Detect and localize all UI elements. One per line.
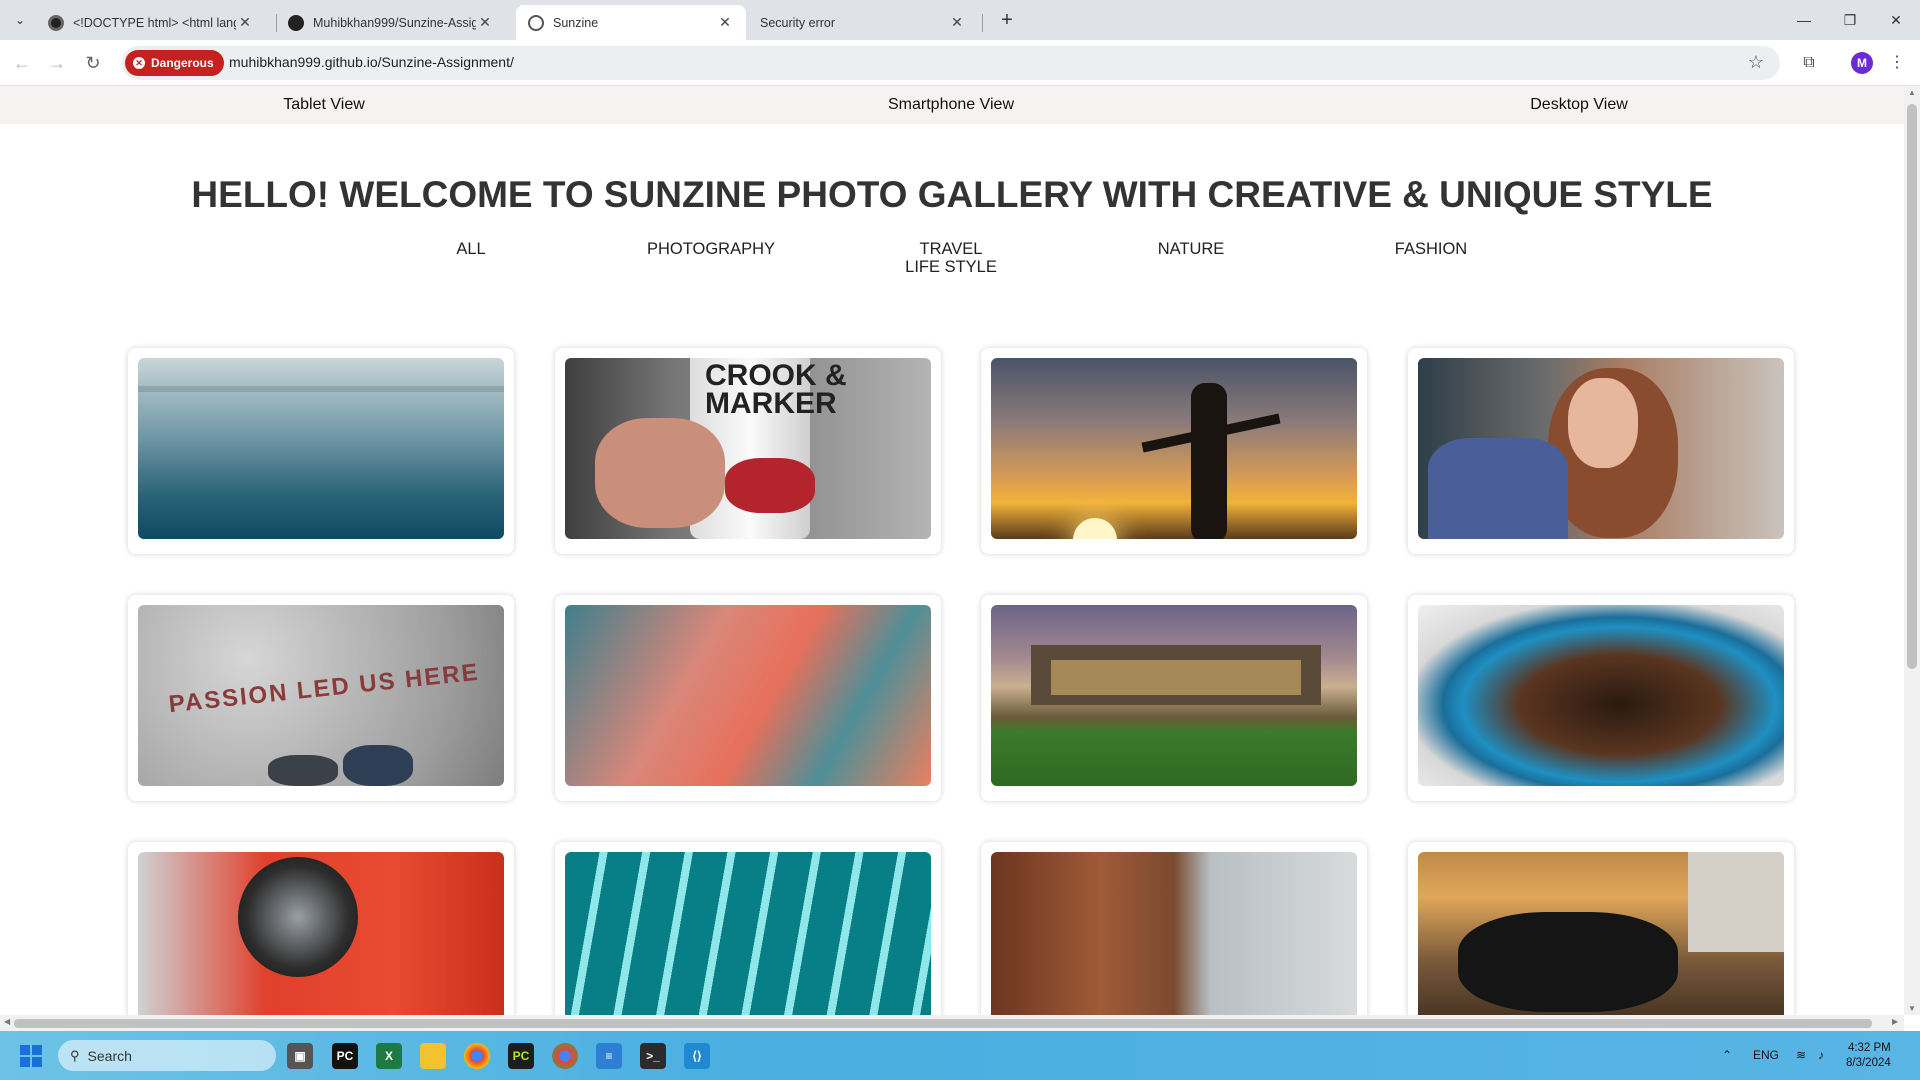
search-icon: ⚲ [70, 1047, 80, 1063]
gallery-card[interactable] [981, 595, 1367, 801]
browser-toolbar: ← → ↻ ✕ Dangerous muhibkhan999.github.io… [0, 40, 1920, 86]
globe-icon [528, 14, 544, 31]
photo-man-sunset[interactable] [991, 358, 1357, 539]
chrome-icon[interactable] [464, 1043, 490, 1069]
minimize-icon[interactable]: — [1781, 8, 1827, 32]
tab-security-error[interactable]: Security error ✕ [748, 5, 978, 40]
photo-mansion[interactable] [991, 605, 1357, 786]
notepad-icon[interactable]: ≡ [596, 1043, 622, 1069]
photo-teal-stripes[interactable] [565, 852, 931, 1015]
photo-red-car[interactable] [138, 852, 504, 1015]
profile-avatar[interactable]: M [1851, 52, 1873, 74]
menu-kebab-icon[interactable]: ⋮ [1885, 51, 1909, 75]
scroll-right-icon[interactable]: ▶ [1892, 1017, 1898, 1026]
task-view-icon[interactable]: ▣ [287, 1043, 313, 1069]
horizontal-scrollbar[interactable]: ◀ ▶ [0, 1015, 1904, 1031]
tab-separator [982, 14, 983, 32]
pycharm-community-icon[interactable]: PC [508, 1043, 534, 1069]
photo-motorcycle[interactable] [1418, 852, 1784, 1015]
view-nav: Tablet View Smartphone View Desktop View [0, 86, 1904, 124]
gallery-card[interactable]: CROOK & MARKER [555, 348, 941, 554]
language-indicator[interactable]: ENG [1753, 1048, 1779, 1062]
gallery-card[interactable] [1408, 595, 1794, 801]
volume-icon[interactable]: ♪ [1818, 1048, 1824, 1062]
gallery-card[interactable]: PASSION LED US HERE [128, 595, 514, 801]
photo-coffee-beans[interactable] [1418, 605, 1784, 786]
scroll-thumb[interactable] [1907, 104, 1917, 669]
tab-sunzine[interactable]: Sunzine ✕ [516, 5, 746, 40]
gallery-card[interactable] [555, 842, 941, 1015]
restore-icon[interactable]: ❐ [1827, 8, 1873, 32]
page-title: HELLO! WELCOME TO SUNZINE PHOTO GALLERY … [191, 174, 1713, 215]
github-icon [288, 14, 304, 31]
windows-start-icon[interactable] [20, 1045, 42, 1067]
chrome-profile-icon[interactable] [552, 1043, 578, 1069]
forward-icon[interactable]: → [45, 51, 69, 75]
taskbar: ⚲ Search ▣ PC X PC ≡ >_ ⟨⟩ ⌃ ENG ≋ ♪ 4:3… [0, 1031, 1920, 1080]
can-label: CROOK & MARKER [705, 359, 847, 420]
pycharm-icon[interactable]: PC [332, 1043, 358, 1069]
tray-chevron-icon[interactable]: ⌃ [1722, 1048, 1732, 1062]
url-text[interactable]: muhibkhan999.github.io/Sunzine-Assignmen… [229, 54, 514, 70]
window-close-icon[interactable]: ✕ [1873, 8, 1919, 32]
category-nature[interactable]: NATURE [1158, 240, 1225, 258]
gallery-card[interactable] [981, 842, 1367, 1015]
category-travel-lifestyle[interactable]: TRAVEL LIFE STYLE [905, 240, 997, 276]
tab-github[interactable]: Muhibkhan999/Sunzine-Assign ✕ [276, 5, 506, 40]
close-icon[interactable]: ✕ [716, 14, 734, 31]
hscroll-thumb[interactable] [14, 1019, 1872, 1028]
category-fashion[interactable]: FASHION [1395, 240, 1467, 258]
photo-pink-clouds[interactable] [565, 605, 931, 786]
reload-icon[interactable]: ↻ [81, 51, 105, 75]
category-photography[interactable]: PHOTOGRAPHY [647, 240, 775, 258]
tab-search-chevron-icon[interactable]: ⌄ [8, 9, 32, 31]
bookmark-star-icon[interactable]: ☆ [1748, 52, 1764, 73]
circle-dark-icon [48, 14, 64, 31]
danger-icon: ✕ [133, 57, 145, 69]
close-icon[interactable]: ✕ [236, 14, 254, 31]
gallery-card[interactable] [555, 595, 941, 801]
vertical-scrollbar[interactable]: ▲ ▼ [1904, 86, 1920, 1015]
photo-crook-marker-can[interactable]: CROOK & MARKER [565, 358, 931, 539]
nav-desktop-view[interactable]: Desktop View [1530, 96, 1628, 114]
wifi-icon[interactable]: ≋ [1796, 1048, 1806, 1062]
address-bar[interactable]: ✕ Dangerous muhibkhan999.github.io/Sunzi… [122, 46, 1780, 80]
scroll-left-icon[interactable]: ◀ [4, 1017, 10, 1026]
photo-passion-pavement[interactable]: PASSION LED US HERE [138, 605, 504, 786]
extensions-icon[interactable]: ⧉ [1797, 51, 1821, 75]
security-badge[interactable]: ✕ Dangerous [125, 50, 224, 76]
gallery-card[interactable] [1408, 348, 1794, 554]
vscode-icon[interactable]: ⟨⟩ [684, 1043, 710, 1069]
pavement-text: PASSION LED US HERE [167, 658, 481, 719]
page-viewport: Tablet View Smartphone View Desktop View… [0, 86, 1904, 1015]
back-icon[interactable]: ← [10, 51, 34, 75]
photo-woman-portrait[interactable] [1418, 358, 1784, 539]
tab-strip: ⌄ <!DOCTYPE html> <html lang= ✕ Muhibkha… [0, 0, 1920, 40]
new-tab-button[interactable]: + [995, 8, 1019, 32]
gallery-card[interactable] [981, 348, 1367, 554]
photo-wood-interior[interactable] [991, 852, 1357, 1015]
nav-smartphone-view[interactable]: Smartphone View [888, 96, 1014, 114]
excel-icon[interactable]: X [376, 1043, 402, 1069]
category-all[interactable]: ALL [456, 240, 485, 258]
clock[interactable]: 4:32 PM 8/3/2024 [1846, 1041, 1891, 1071]
tab-doctype[interactable]: <!DOCTYPE html> <html lang= ✕ [36, 5, 266, 40]
nav-tablet-view[interactable]: Tablet View [283, 96, 365, 114]
close-icon[interactable]: ✕ [476, 14, 494, 31]
terminal-icon[interactable]: >_ [640, 1043, 666, 1069]
gallery-card[interactable] [128, 348, 514, 554]
close-icon[interactable]: ✕ [948, 14, 966, 31]
folder-icon[interactable] [420, 1043, 446, 1069]
scroll-down-icon[interactable]: ▼ [1904, 1004, 1920, 1013]
gallery-card[interactable] [1408, 842, 1794, 1015]
gallery-card[interactable] [128, 842, 514, 1015]
scroll-up-icon[interactable]: ▲ [1904, 88, 1920, 97]
photo-misty-lake[interactable] [138, 358, 504, 539]
taskbar-search[interactable]: ⚲ Search [58, 1040, 276, 1071]
